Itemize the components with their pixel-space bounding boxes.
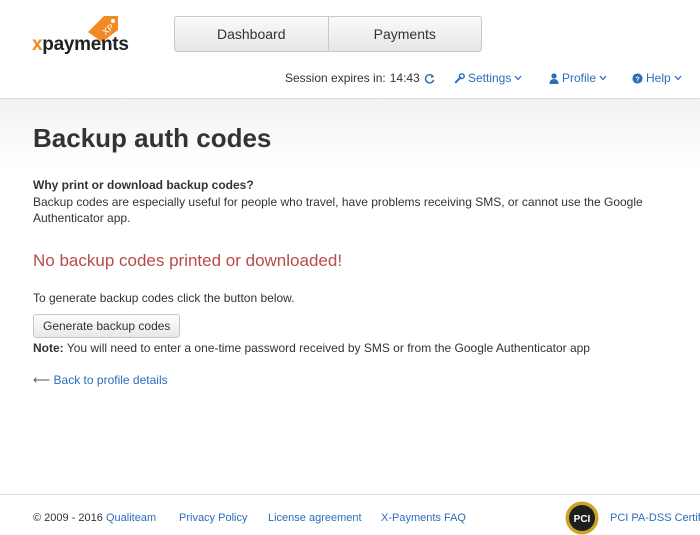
help-label: Help xyxy=(646,71,671,85)
logo-prefix: x xyxy=(32,34,43,55)
generate-instructions: To generate backup codes click the butto… xyxy=(33,291,295,305)
main-nav: Dashboard Payments xyxy=(174,16,482,52)
footer-link-qualiteam[interactable]: Qualiteam xyxy=(106,512,156,524)
profile-menu[interactable]: Profile xyxy=(549,71,607,85)
nav-payments[interactable]: Payments xyxy=(327,17,482,51)
svg-text:?: ? xyxy=(635,74,640,83)
session-timer: Session expires in: 14:43 xyxy=(285,71,435,85)
generate-backup-codes-button[interactable]: Generate backup codes xyxy=(33,314,181,338)
header: XP xpayments Dashboard Payments Session … xyxy=(0,0,700,99)
back-to-profile-link[interactable]: ⟵ Back to profile details xyxy=(33,373,168,387)
note-text: You will need to enter a one-time passwo… xyxy=(63,341,590,355)
footer: © 2009 - 2016 Qualiteam Privacy Policy L… xyxy=(0,494,700,535)
user-icon xyxy=(549,72,559,84)
chevron-down-icon xyxy=(514,75,522,81)
refresh-icon[interactable] xyxy=(424,73,435,84)
session-label: Session expires in: xyxy=(285,71,386,85)
logo-name: payments xyxy=(42,34,129,55)
chevron-down-icon xyxy=(674,75,682,81)
why-heading: Why print or download backup codes? xyxy=(33,178,254,192)
profile-label: Profile xyxy=(562,71,597,85)
settings-label: Settings xyxy=(468,71,512,85)
footer-link-license[interactable]: License agreement xyxy=(268,512,362,524)
no-backup-warning: No backup codes printed or downloaded! xyxy=(33,251,343,270)
otp-note: Note: You will need to enter a one-time … xyxy=(33,341,590,355)
help-circle-icon: ? xyxy=(632,72,643,84)
nav-dashboard[interactable]: Dashboard xyxy=(175,17,328,51)
pci-badge-icon: PCI xyxy=(565,501,599,535)
back-link-label: Back to profile details xyxy=(53,373,168,387)
pci-badge-text: PCI xyxy=(574,514,591,525)
note-label: Note: xyxy=(33,341,64,355)
footer-link-faq[interactable]: X-Payments FAQ xyxy=(381,512,466,524)
xpayments-logo[interactable]: XP xpayments xyxy=(32,12,142,56)
help-menu[interactable]: ? Help xyxy=(632,71,682,85)
copyright: © 2009 - 2016 xyxy=(33,512,103,524)
footer-link-pci[interactable]: PCI PA-DSS Certified xyxy=(610,512,700,524)
logo-wordmark: xpayments xyxy=(32,34,129,56)
session-time: 14:43 xyxy=(389,71,420,85)
page-title: Backup auth codes xyxy=(33,123,272,153)
chevron-down-icon xyxy=(599,75,607,81)
wrench-icon xyxy=(454,72,465,83)
main-content: Backup auth codes Why print or download … xyxy=(0,99,700,494)
back-arrow-icon: ⟵ xyxy=(33,373,51,387)
settings-menu[interactable]: Settings xyxy=(454,71,522,85)
why-description: Backup codes are especially useful for p… xyxy=(33,195,643,225)
footer-link-privacy[interactable]: Privacy Policy xyxy=(179,512,247,524)
